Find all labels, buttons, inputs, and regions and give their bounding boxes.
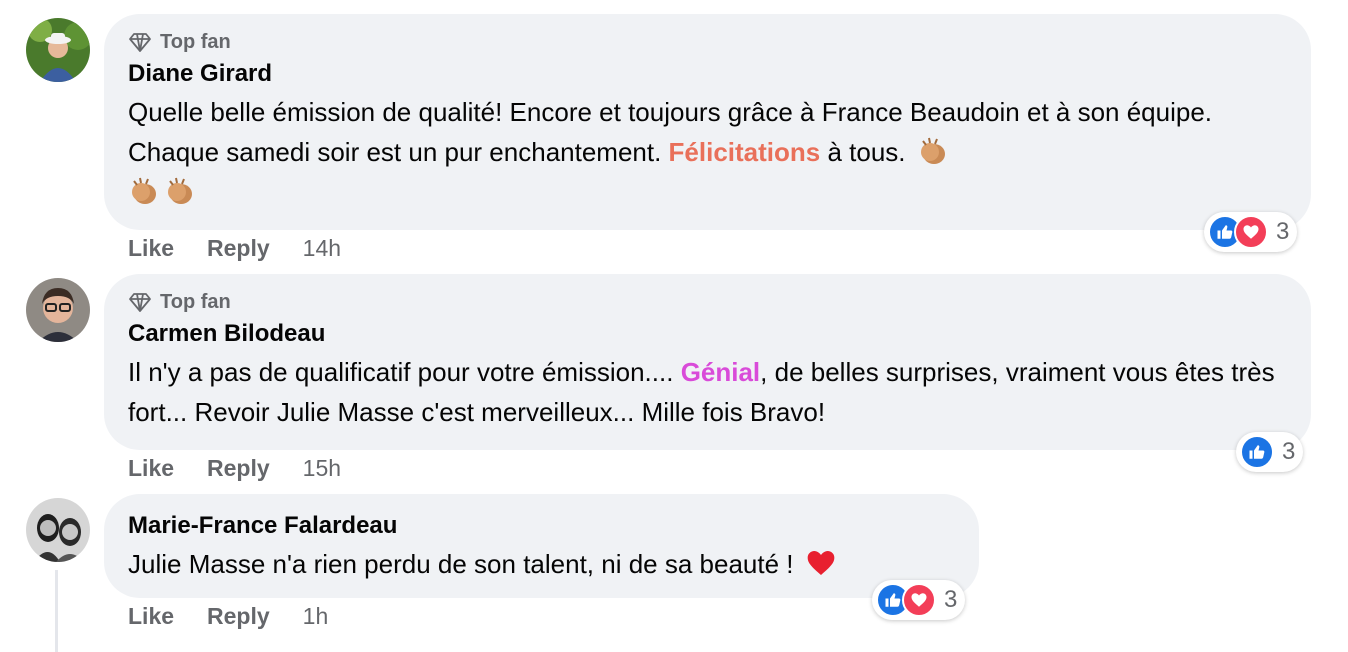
comment-text-part: à tous. — [820, 137, 906, 167]
reply-button[interactable]: Reply — [207, 455, 270, 482]
comment-timestamp[interactable]: 15h — [303, 455, 341, 482]
comment-timestamp[interactable]: 14h — [303, 235, 341, 262]
avatar[interactable] — [26, 18, 90, 82]
comment-text-part: Il n'y a pas de qualificatif pour votre … — [128, 357, 681, 387]
comment-actions: Like Reply 15h — [128, 455, 341, 482]
comment-bubble: Top fan Diane Girard Quelle belle émissi… — [104, 14, 1311, 230]
comment-text: Il n'y a pas de qualificatif pour votre … — [128, 352, 1287, 432]
comment-author[interactable]: Marie-France Falardeau — [128, 508, 955, 544]
like-button[interactable]: Like — [128, 455, 174, 482]
love-icon — [902, 583, 936, 617]
comment-author[interactable]: Carmen Bilodeau — [128, 316, 1287, 352]
like-button[interactable]: Like — [128, 235, 174, 262]
highlighted-word: Félicitations — [668, 137, 821, 167]
heart-icon — [805, 547, 837, 579]
comment-timestamp[interactable]: 1h — [303, 603, 329, 630]
comment-text-part: Julie Masse n'a rien perdu de son talent… — [128, 549, 794, 579]
clapping-hands-icon — [128, 175, 160, 207]
reaction-count: 3 — [944, 586, 958, 613]
like-icon — [1240, 435, 1274, 469]
highlighted-word: Génial — [680, 357, 761, 387]
reaction-summary[interactable]: 3 — [1236, 432, 1304, 472]
reply-button[interactable]: Reply — [207, 235, 270, 262]
comment-actions: Like Reply 1h — [128, 603, 328, 630]
reaction-count: 3 — [1282, 438, 1296, 465]
badge-label: Top fan — [160, 30, 231, 53]
comment-bubble: Top fan Carmen Bilodeau Il n'y a pas de … — [104, 274, 1311, 450]
reaction-summary[interactable]: 3 — [872, 580, 966, 620]
comment-author[interactable]: Diane Girard — [128, 56, 1287, 92]
reply-button[interactable]: Reply — [207, 603, 270, 630]
avatar[interactable] — [26, 498, 90, 562]
reply-thread-line — [55, 570, 58, 652]
comment-bubble: Marie-France Falardeau Julie Masse n'a r… — [104, 494, 979, 598]
reaction-count: 3 — [1276, 218, 1290, 245]
clapping-hands-icon — [164, 175, 196, 207]
comment-text: Quelle belle émission de qualité! Encore… — [128, 92, 1287, 212]
comment-text: Julie Masse n'a rien perdu de son talent… — [128, 544, 955, 584]
top-fan-badge[interactable]: Top fan — [128, 288, 1287, 316]
diamond-icon — [129, 33, 151, 52]
top-fan-badge[interactable]: Top fan — [128, 28, 1287, 56]
like-button[interactable]: Like — [128, 603, 174, 630]
love-icon — [1234, 215, 1268, 249]
reaction-summary[interactable]: 3 — [1204, 212, 1298, 252]
badge-label: Top fan — [160, 290, 231, 313]
clapping-hands-icon — [917, 135, 949, 167]
diamond-icon — [129, 293, 151, 312]
avatar[interactable] — [26, 278, 90, 342]
comment-actions: Like Reply 14h — [128, 235, 341, 262]
